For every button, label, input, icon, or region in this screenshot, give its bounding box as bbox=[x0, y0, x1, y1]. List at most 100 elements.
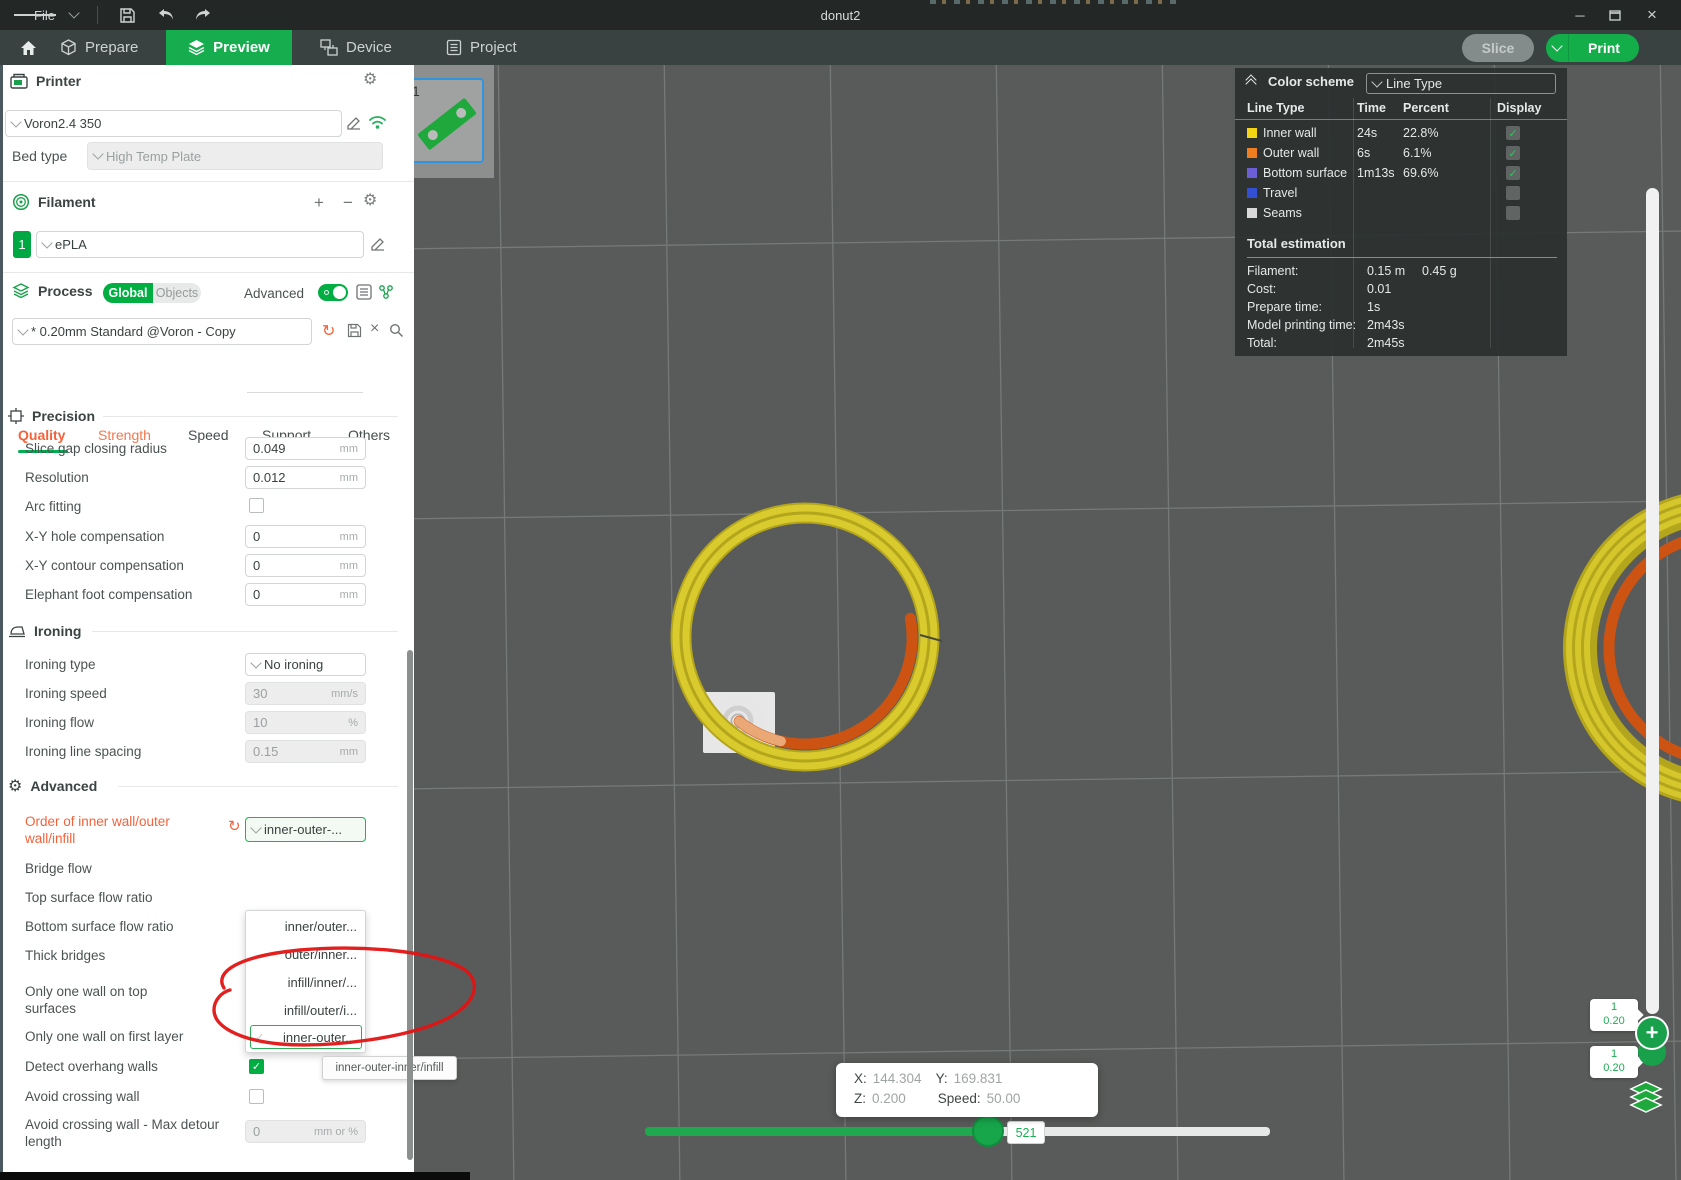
avoid-crossing-wall-checkbox[interactable]: ✓ bbox=[249, 1089, 264, 1104]
tab-preview[interactable]: Preview bbox=[166, 30, 292, 65]
filament-settings-gear-icon[interactable]: ⚙ bbox=[363, 192, 377, 208]
settings-scrollbar[interactable] bbox=[407, 650, 413, 1160]
delete-preset-icon[interactable]: × bbox=[370, 320, 379, 338]
device-icon bbox=[320, 39, 338, 56]
layer-badge-top: 10.20 bbox=[1590, 999, 1638, 1031]
window-edge bbox=[0, 65, 3, 1172]
process-section-header: Process bbox=[12, 283, 92, 299]
add-filament-button[interactable]: + bbox=[314, 193, 324, 213]
process-preset-select[interactable]: * 0.20mm Standard @Voron - Copy bbox=[12, 318, 312, 345]
printer-section-header: Printer bbox=[10, 73, 81, 89]
file-menu[interactable]: File bbox=[34, 0, 55, 30]
process-global-segment[interactable]: Global bbox=[103, 283, 153, 303]
slice-gap-input[interactable]: 0.049mm bbox=[245, 437, 366, 460]
layer-slider-upper-handle[interactable]: + bbox=[1635, 1016, 1669, 1050]
advanced-section-header: ⚙ Advanced bbox=[8, 778, 97, 794]
line-type-row: Outer wall 6s 6.1% ✓ bbox=[1235, 144, 1567, 164]
dropdown-option-selected[interactable]: ✓ inner-outer... bbox=[250, 1025, 362, 1049]
precision-icon bbox=[8, 408, 24, 424]
reset-order-icon[interactable]: ↻ bbox=[228, 817, 241, 835]
advanced-toggle[interactable] bbox=[318, 284, 348, 301]
total-label: Total: bbox=[1247, 336, 1277, 350]
panel-title: Color scheme bbox=[1268, 74, 1354, 89]
advanced-gear-icon: ⚙ bbox=[8, 778, 22, 794]
printer-edit-icon[interactable] bbox=[346, 115, 362, 131]
move-slider-filled[interactable] bbox=[645, 1127, 988, 1136]
display-checkbox[interactable]: ✓ bbox=[1506, 186, 1520, 200]
layer-slider-track[interactable] bbox=[1646, 188, 1659, 1014]
undo-icon[interactable] bbox=[157, 0, 175, 30]
ironing-flow-input: 10% bbox=[245, 711, 366, 734]
total-label: Prepare time: bbox=[1247, 300, 1322, 314]
inner-wall-swatch bbox=[1247, 128, 1257, 138]
dropdown-option[interactable]: infill/outer/i... bbox=[284, 1003, 357, 1018]
setting-label: Only one wall on top surfaces bbox=[25, 983, 195, 1017]
resolution-input[interactable]: 0.012mm bbox=[245, 466, 366, 489]
display-checkbox[interactable]: ✓ bbox=[1506, 146, 1520, 160]
tab-device[interactable]: Device bbox=[320, 30, 392, 65]
setting-label: Avoid crossing wall - Max detour length bbox=[25, 1116, 225, 1150]
display-checkbox[interactable]: ✓ bbox=[1506, 126, 1520, 140]
total-value: 0.15 m bbox=[1367, 264, 1405, 278]
printer-settings-gear-icon[interactable]: ⚙ bbox=[363, 71, 377, 87]
move-slider-handle[interactable] bbox=[972, 1115, 1004, 1147]
reset-preset-icon[interactable]: ↻ bbox=[322, 321, 335, 340]
collapse-panel-icon[interactable] bbox=[1247, 76, 1255, 88]
order-wall-infill-select[interactable]: inner-outer-... bbox=[245, 817, 366, 842]
print-button[interactable]: Print bbox=[1569, 34, 1639, 62]
tab-prepare[interactable]: Prepare bbox=[60, 30, 138, 65]
total-label: Model printing time: bbox=[1247, 318, 1356, 332]
elephant-foot-compensation-input[interactable]: 0mm bbox=[245, 583, 366, 606]
ironing-type-select[interactable]: No ironing bbox=[245, 653, 366, 676]
xy-contour-compensation-input[interactable]: 0mm bbox=[245, 554, 366, 577]
cube-icon bbox=[60, 39, 77, 56]
compare-presets-icon[interactable] bbox=[378, 284, 394, 300]
redo-icon[interactable] bbox=[194, 0, 212, 30]
dropdown-option[interactable]: outer/inner... bbox=[285, 947, 357, 962]
process-objects-segment[interactable]: Objects bbox=[153, 283, 201, 303]
dropdown-option[interactable]: inner/outer... bbox=[285, 919, 357, 934]
tab-project[interactable]: Project bbox=[446, 30, 517, 65]
search-preset-icon[interactable] bbox=[389, 323, 404, 338]
filament-select[interactable]: ePLA bbox=[36, 231, 364, 258]
printer-select[interactable]: Voron2.4 350 bbox=[5, 110, 342, 137]
layers-icon bbox=[188, 39, 205, 56]
save-icon[interactable] bbox=[119, 0, 136, 30]
remove-filament-button[interactable]: − bbox=[343, 193, 353, 213]
process-layers-icon bbox=[12, 283, 30, 299]
print-dropdown-button[interactable] bbox=[1546, 34, 1569, 62]
tab-speed[interactable]: Speed bbox=[188, 427, 228, 443]
check-icon: ✓ bbox=[255, 1031, 264, 1044]
gcode-position-tooltip: X:144.304 Y:169.831 Z:0.200 Speed:50.00 bbox=[836, 1063, 1098, 1117]
color-scheme-select[interactable]: Line Type bbox=[1366, 73, 1556, 94]
dropdown-option-tooltip: inner-outer-inner/infill bbox=[322, 1056, 457, 1080]
max-detour-length-input: 0mm or % bbox=[245, 1120, 366, 1143]
setting-label: Ironing speed bbox=[25, 685, 107, 702]
plate-thumbnail[interactable]: 1 bbox=[403, 78, 484, 163]
parameter-list-icon[interactable] bbox=[356, 284, 372, 300]
close-icon[interactable]: × bbox=[1642, 0, 1662, 30]
filament-edit-icon[interactable] bbox=[370, 236, 386, 252]
maximize-icon[interactable] bbox=[1605, 0, 1625, 30]
col-display: Display bbox=[1497, 101, 1541, 115]
arc-fitting-checkbox[interactable]: ✓ bbox=[249, 498, 264, 513]
setting-label: Ironing line spacing bbox=[25, 743, 141, 760]
screen-edge-artifact bbox=[930, 0, 1180, 4]
file-menu-chevron-icon[interactable] bbox=[70, 0, 78, 30]
toolbar-divider bbox=[97, 6, 98, 24]
detect-overhang-walls-checkbox[interactable]: ✓ bbox=[249, 1059, 264, 1074]
slice-button[interactable]: Slice bbox=[1462, 34, 1534, 62]
minimize-icon[interactable]: ─ bbox=[1570, 0, 1590, 30]
xy-hole-compensation-input[interactable]: 0mm bbox=[245, 525, 366, 548]
setting-label: Only one wall on first layer bbox=[25, 1028, 183, 1045]
dropdown-option[interactable]: infill/inner/... bbox=[288, 975, 357, 990]
display-checkbox[interactable]: ✓ bbox=[1506, 166, 1520, 180]
bed-type-select[interactable]: High Temp Plate bbox=[87, 142, 383, 170]
home-icon[interactable] bbox=[10, 30, 46, 65]
display-checkbox[interactable]: ✓ bbox=[1506, 206, 1520, 220]
save-preset-icon[interactable] bbox=[347, 323, 362, 338]
layers-view-icon[interactable] bbox=[1628, 1080, 1664, 1119]
setting-label: Ironing type bbox=[25, 656, 96, 673]
ironing-icon bbox=[8, 624, 26, 638]
wifi-icon[interactable] bbox=[368, 114, 387, 130]
